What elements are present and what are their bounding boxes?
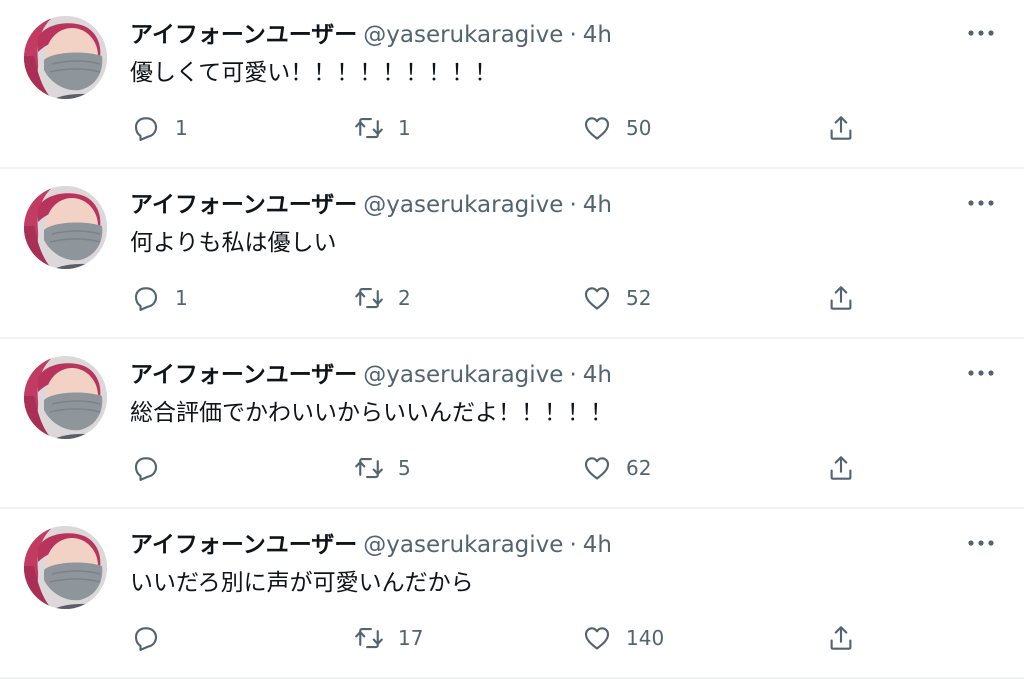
retweet-count: 5 bbox=[398, 456, 411, 480]
reply-button[interactable] bbox=[131, 448, 175, 488]
like-button[interactable]: 52 bbox=[582, 278, 651, 318]
user-handle[interactable]: @yaserukaragive bbox=[363, 362, 563, 388]
share-button[interactable] bbox=[826, 448, 856, 488]
reply-icon bbox=[134, 117, 158, 141]
avatar-image bbox=[24, 356, 107, 439]
retweet-button[interactable]: 17 bbox=[354, 618, 423, 658]
reply-button[interactable]: 1 bbox=[131, 278, 188, 318]
retweet-count: 17 bbox=[398, 626, 424, 650]
more-icon bbox=[968, 540, 994, 546]
more-button[interactable] bbox=[962, 358, 1000, 388]
tweet-time[interactable]: 4h bbox=[583, 362, 612, 388]
reply-button[interactable]: 1 bbox=[131, 108, 188, 148]
avatar[interactable] bbox=[24, 16, 107, 99]
tweet-text: 何よりも私は優しい bbox=[130, 230, 337, 256]
share-button[interactable] bbox=[826, 618, 856, 658]
reply-count: 1 bbox=[175, 286, 188, 310]
tweet-text: いいだろ別に声が可愛いんだから bbox=[130, 570, 474, 596]
retweet-count: 1 bbox=[398, 116, 411, 140]
avatar-image bbox=[24, 16, 107, 99]
user-handle[interactable]: @yaserukaragive bbox=[363, 22, 563, 48]
display-name[interactable]: アイフォーンユーザー bbox=[130, 532, 357, 558]
retweet-icon bbox=[355, 117, 383, 139]
avatar[interactable] bbox=[24, 186, 107, 269]
like-count: 62 bbox=[626, 456, 652, 480]
like-button[interactable]: 140 bbox=[582, 618, 664, 658]
like-icon bbox=[584, 457, 610, 480]
user-handle[interactable]: @yaserukaragive bbox=[363, 192, 563, 218]
like-button[interactable]: 62 bbox=[582, 448, 651, 488]
reply-icon bbox=[134, 627, 158, 651]
separator-dot: · bbox=[569, 22, 577, 48]
display-name[interactable]: アイフォーンユーザー bbox=[130, 192, 357, 218]
tweet-actions: 17 140 bbox=[0, 618, 1024, 658]
more-button[interactable] bbox=[962, 18, 1000, 48]
retweet-button[interactable]: 2 bbox=[354, 278, 411, 318]
tweet-time[interactable]: 4h bbox=[583, 192, 612, 218]
retweet-icon bbox=[355, 287, 383, 309]
like-count: 50 bbox=[626, 116, 652, 140]
retweet-button[interactable]: 5 bbox=[354, 448, 411, 488]
avatar[interactable] bbox=[24, 526, 107, 609]
tweet[interactable]: アイフォーンユーザー @yaserukaragive · 4h 総合評価でかわいいから… bbox=[0, 340, 1024, 509]
user-handle[interactable]: @yaserukaragive bbox=[363, 532, 563, 558]
reply-count: 1 bbox=[175, 116, 188, 140]
avatar-image bbox=[24, 186, 107, 269]
avatar-image bbox=[24, 526, 107, 609]
retweet-icon bbox=[355, 627, 383, 649]
separator-dot: · bbox=[569, 192, 577, 218]
timeline: アイフォーンユーザー @yaserukaragive · 4h 優しくて可愛い！！！！… bbox=[0, 0, 1024, 679]
more-icon bbox=[968, 200, 994, 206]
share-icon bbox=[830, 286, 852, 310]
more-button[interactable] bbox=[962, 188, 1000, 218]
share-icon bbox=[830, 456, 852, 480]
tweet-header: アイフォーンユーザー @yaserukaragive · 4h bbox=[130, 188, 612, 222]
like-button[interactable]: 50 bbox=[582, 108, 651, 148]
retweet-count: 2 bbox=[398, 286, 411, 310]
tweet-header: アイフォーンユーザー @yaserukaragive · 4h bbox=[130, 18, 612, 52]
tweet-header: アイフォーンユーザー @yaserukaragive · 4h bbox=[130, 358, 612, 392]
tweet[interactable]: アイフォーンユーザー @yaserukaragive · 4h いいだろ別に声が可愛い… bbox=[0, 510, 1024, 679]
reply-button[interactable] bbox=[131, 618, 175, 658]
tweet-text: 総合評価でかわいいからいいんだよ！！！！！ bbox=[130, 400, 613, 426]
retweet-icon bbox=[355, 457, 383, 479]
share-button[interactable] bbox=[826, 108, 856, 148]
retweet-button[interactable]: 1 bbox=[354, 108, 411, 148]
tweet-actions: 5 62 bbox=[0, 448, 1024, 488]
like-icon bbox=[584, 117, 610, 140]
reply-icon bbox=[134, 457, 158, 481]
more-button[interactable] bbox=[962, 528, 1000, 558]
tweet-actions: 1 2 52 bbox=[0, 278, 1024, 318]
more-icon bbox=[968, 370, 994, 376]
more-icon bbox=[968, 30, 994, 36]
separator-dot: · bbox=[569, 362, 577, 388]
share-icon bbox=[830, 626, 852, 650]
like-icon bbox=[584, 287, 610, 310]
avatar[interactable] bbox=[24, 356, 107, 439]
display-name[interactable]: アイフォーンユーザー bbox=[130, 22, 357, 48]
display-name[interactable]: アイフォーンユーザー bbox=[130, 362, 357, 388]
share-button[interactable] bbox=[826, 278, 856, 318]
tweet-text: 優しくて可愛い！！！！！！！！！ bbox=[130, 60, 498, 86]
tweet-time[interactable]: 4h bbox=[583, 532, 612, 558]
tweet[interactable]: アイフォーンユーザー @yaserukaragive · 4h 優しくて可愛い！！！！… bbox=[0, 0, 1024, 169]
separator-dot: · bbox=[569, 532, 577, 558]
like-icon bbox=[584, 627, 610, 650]
tweet[interactable]: アイフォーンユーザー @yaserukaragive · 4h 何よりも私は優しい 1 bbox=[0, 170, 1024, 339]
tweet-actions: 1 1 50 bbox=[0, 108, 1024, 148]
tweet-time[interactable]: 4h bbox=[583, 22, 612, 48]
share-icon bbox=[830, 116, 852, 140]
tweet-header: アイフォーンユーザー @yaserukaragive · 4h bbox=[130, 528, 612, 562]
reply-icon bbox=[134, 287, 158, 311]
like-count: 52 bbox=[626, 286, 652, 310]
like-count: 140 bbox=[626, 626, 665, 650]
